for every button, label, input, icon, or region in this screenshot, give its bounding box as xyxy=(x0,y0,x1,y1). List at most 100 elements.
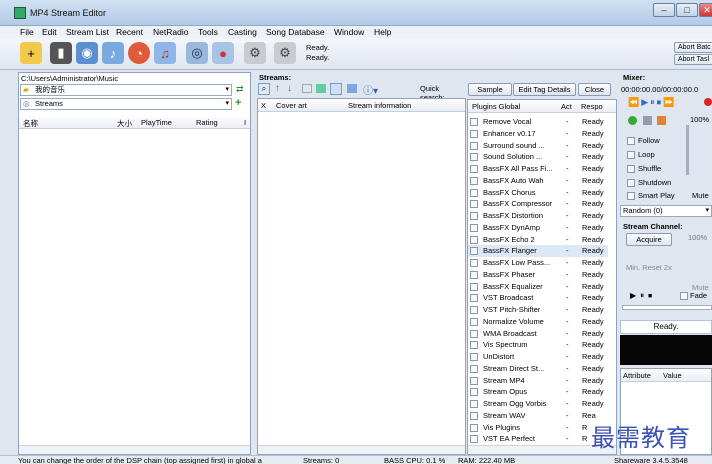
col-name[interactable]: 名称 xyxy=(23,118,38,129)
close-window-button[interactable]: ✕ xyxy=(699,3,712,17)
plugin-checkbox[interactable] xyxy=(470,423,478,432)
info-icon[interactable]: ⓘ▾ xyxy=(363,82,378,97)
folder-combo[interactable]: ▰ 我的音乐 ▾ xyxy=(20,84,232,96)
plugin-checkbox[interactable] xyxy=(470,165,478,173)
position-slider[interactable] xyxy=(622,305,712,310)
plugin-checkbox[interactable] xyxy=(470,435,478,444)
mixer-small-icon[interactable] xyxy=(643,116,652,125)
plugin-row[interactable]: BassFX Chorus - Ready xyxy=(468,187,608,199)
plugin-row[interactable]: VST Broadcast - Ready xyxy=(468,292,608,304)
menu-tools[interactable]: Tools xyxy=(198,27,218,37)
plugin-checkbox[interactable] xyxy=(470,400,478,408)
col-value[interactable]: Value xyxy=(663,371,682,380)
col-response[interactable]: Respo xyxy=(581,102,603,111)
plugin-checkbox[interactable] xyxy=(470,364,478,373)
list-view-icon[interactable] xyxy=(347,84,357,93)
maximize-button[interactable]: □ xyxy=(676,3,698,17)
rss-icon[interactable] xyxy=(657,116,666,125)
loop-checkbox[interactable] xyxy=(627,151,635,159)
plugin-checkbox[interactable] xyxy=(470,341,478,350)
plugin-row[interactable]: BassFX Auto Wah - Ready xyxy=(468,175,608,187)
plugin-row[interactable]: BassFX Equalizer - Ready xyxy=(468,281,608,293)
plugin-checkbox[interactable] xyxy=(470,353,478,361)
abort-batch-button[interactable]: Abort Batc xyxy=(674,42,712,53)
plugin-checkbox[interactable] xyxy=(470,200,478,209)
sample-button[interactable]: Sample xyxy=(468,83,512,96)
power-icon[interactable] xyxy=(628,116,637,125)
volume-slider[interactable] xyxy=(686,125,689,175)
menu-recent[interactable]: Recent xyxy=(116,27,143,37)
options-gear-icon[interactable]: ⚙ xyxy=(274,42,296,64)
pie-chart-icon[interactable]: ◔ xyxy=(128,42,150,64)
col-playtime[interactable]: PlayTime xyxy=(141,118,172,127)
streams-scrollbar[interactable] xyxy=(258,445,465,454)
minimize-button[interactable]: – xyxy=(653,3,675,17)
smart-play-checkbox[interactable] xyxy=(627,192,635,200)
menu-help[interactable]: Help xyxy=(374,27,391,37)
plugin-row[interactable]: Surround sound ... - Ready xyxy=(468,140,608,152)
shutdown-checkbox[interactable] xyxy=(627,179,635,187)
search-icon[interactable]: ⌕ xyxy=(258,83,270,95)
menu-window[interactable]: Window xyxy=(334,27,364,37)
folder-action-icon[interactable]: ⇄ xyxy=(236,84,244,95)
blank-icon[interactable] xyxy=(302,84,312,93)
plugin-checkbox[interactable] xyxy=(470,411,478,420)
plugin-checkbox[interactable] xyxy=(470,294,478,303)
plugin-row[interactable]: Stream Direct St... - Ready xyxy=(468,363,608,375)
plugin-row[interactable]: Sound Solution ... - Ready xyxy=(468,151,608,163)
plugin-row[interactable]: BassFX Phaser - Ready xyxy=(468,269,608,281)
edit-tag-details-button[interactable]: Edit Tag Details xyxy=(513,83,576,96)
follow-checkbox[interactable] xyxy=(627,137,635,145)
plugin-checkbox[interactable] xyxy=(470,176,478,185)
plugin-checkbox[interactable] xyxy=(470,212,478,220)
plugin-row[interactable]: BassFX Distortion - Ready xyxy=(468,210,608,222)
plugin-row[interactable]: Remove Vocal - Ready xyxy=(468,116,608,128)
add-stream-icon[interactable]: + xyxy=(235,97,241,109)
plugin-checkbox[interactable] xyxy=(470,188,478,197)
plugin-row[interactable]: UnDistort - Ready xyxy=(468,351,608,363)
col-plugins-global[interactable]: Plugins Global xyxy=(472,102,520,111)
col-i[interactable]: I xyxy=(244,118,246,127)
music-note-icon[interactable]: ♪ xyxy=(102,42,124,64)
plugin-row[interactable]: Enhancer v0.17 - Ready xyxy=(468,128,608,140)
close-plugins-button[interactable]: Close xyxy=(578,83,611,96)
col-stream-info[interactable]: Stream information xyxy=(348,101,411,110)
plugin-checkbox[interactable] xyxy=(470,235,478,244)
plugin-row[interactable]: BassFX DynAmp - Ready xyxy=(468,222,608,234)
plugin-row[interactable]: BassFX Flanger - Ready xyxy=(468,245,608,257)
plugin-checkbox[interactable] xyxy=(470,317,478,326)
menu-stream-list[interactable]: Stream List xyxy=(66,27,109,37)
col-attribute[interactable]: Attribute xyxy=(623,371,651,380)
col-size[interactable]: 大小 xyxy=(117,118,132,129)
plugin-checkbox[interactable] xyxy=(470,129,478,138)
col-rating[interactable]: Rating xyxy=(196,118,218,127)
arrow-down-icon[interactable]: ↓ xyxy=(287,83,292,94)
shuffle-checkbox[interactable] xyxy=(627,165,635,173)
menu-netradio[interactable]: NetRadio xyxy=(153,27,188,37)
plugin-checkbox[interactable] xyxy=(470,329,478,338)
database-icon[interactable]: ◉ xyxy=(76,42,98,64)
record-button-icon[interactable] xyxy=(704,98,712,106)
plugin-checkbox[interactable] xyxy=(470,259,478,267)
plugin-checkbox[interactable] xyxy=(470,141,478,150)
channel-transport[interactable]: ▶⏸⏹ xyxy=(630,291,656,301)
plugin-row[interactable]: Stream WAV - Rea xyxy=(468,410,608,422)
plugin-row[interactable]: Stream Opus - Ready xyxy=(468,386,608,398)
plugin-row[interactable]: VST EA Perfect - R xyxy=(468,433,608,445)
random-combo[interactable]: Random (0) ▾ xyxy=(620,205,712,217)
plugin-row[interactable]: BassFX All Pass Fi... - Ready xyxy=(468,163,608,175)
plugin-checkbox[interactable] xyxy=(470,247,478,256)
col-act[interactable]: Act xyxy=(561,102,572,111)
acquire-button[interactable]: Acquire xyxy=(626,233,672,246)
plugin-checkbox[interactable] xyxy=(470,153,478,162)
plugin-row[interactable]: BassFX Low Pass... - Ready xyxy=(468,257,608,269)
plugin-row[interactable]: Stream Ogg Vorbis - Ready xyxy=(468,398,608,410)
plugin-checkbox[interactable] xyxy=(470,388,478,397)
plugin-row[interactable]: VST Pitch-Shifter - Ready xyxy=(468,304,608,316)
fade-checkbox[interactable] xyxy=(680,292,688,300)
menu-edit[interactable]: Edit xyxy=(42,27,57,37)
col-x[interactable]: X xyxy=(261,101,266,110)
streams-combo[interactable]: ◎ Streams ▾ xyxy=(20,98,232,110)
plugin-checkbox[interactable] xyxy=(470,282,478,291)
settings-gear-icon[interactable]: ⚙ xyxy=(244,42,266,64)
